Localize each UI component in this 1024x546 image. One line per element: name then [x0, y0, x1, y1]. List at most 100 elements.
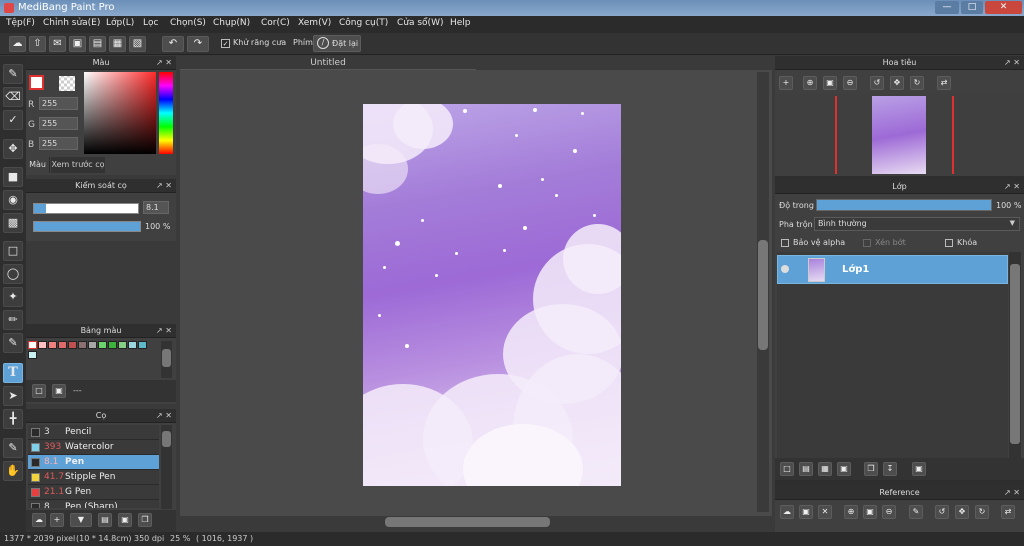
brush-name: Pen (Sharp) — [65, 502, 118, 508]
star — [533, 108, 537, 112]
cloud-brush-icon[interactable]: ☁ — [32, 513, 46, 527]
brush-menu-icon[interactable]: ▼ — [70, 513, 92, 527]
flip-icon[interactable]: ⇄ — [937, 76, 951, 90]
layer-header: Lớp ↗ ✕ — [775, 180, 1024, 194]
brush-panel-footer: ☁ + ▼ ▤ ▣ ❐ — [26, 510, 176, 532]
brush-size: 393 — [44, 442, 62, 452]
star — [523, 226, 527, 230]
clipping-label: Xén bớt — [875, 238, 906, 247]
lock-checkbox[interactable] — [945, 239, 953, 247]
reference-header: Reference ↗ ✕ — [775, 486, 1024, 500]
status-size: 1377 * 2039 pixel — [4, 534, 76, 543]
reference-title: Reference — [879, 488, 920, 497]
brush-item[interactable]: 3 Pencil — [28, 425, 159, 440]
zoom-out-icon[interactable]: ⊖ — [843, 76, 857, 90]
layer-opacity-slider[interactable] — [816, 199, 992, 211]
fit-icon[interactable]: ▣ — [823, 76, 837, 90]
merge-layer-icon[interactable]: ↧ — [883, 462, 897, 476]
vertical-scroll-thumb[interactable] — [758, 240, 768, 350]
star — [555, 194, 558, 197]
star — [395, 241, 400, 246]
brush-name: Pencil — [65, 427, 92, 437]
layer-scroll-thumb[interactable] — [1010, 264, 1020, 444]
delete-layer-icon[interactable]: ▣ — [912, 462, 926, 476]
brush-color-icon — [31, 458, 40, 467]
rotate-right-icon[interactable]: ↻ — [975, 505, 989, 519]
protect-alpha-label: Bảo vệ alpha — [793, 238, 846, 247]
brush-name: Stipple Pen — [65, 472, 116, 482]
rotate-left-icon[interactable]: ↺ — [935, 505, 949, 519]
zoom-in-icon[interactable]: ⊕ — [803, 76, 817, 90]
add-brush-icon[interactable]: + — [50, 513, 64, 527]
new-layer-3-icon[interactable]: ▦ — [818, 462, 832, 476]
layer-folder-icon[interactable]: ▣ — [837, 462, 851, 476]
canvas-vertical-scrollbar[interactable] — [757, 72, 769, 512]
panel-close-icon[interactable]: ↗ ✕ — [1004, 180, 1020, 194]
close-icon[interactable]: ✕ — [818, 505, 832, 519]
navigator-panel: Hoa tiêu ↗ ✕ + ⊕ ▣ ⊖ ↺ ✥ ↻ ⇄ — [775, 56, 1024, 176]
canvas-horizontal-scrollbar[interactable] — [182, 516, 756, 528]
rotate-left-icon[interactable]: ↺ — [870, 76, 884, 90]
brush-item[interactable]: 393 Watercolor — [28, 440, 159, 455]
artwork-canvas[interactable] — [363, 104, 621, 486]
brush-item[interactable]: 8.1 Pen — [28, 455, 159, 470]
blend-mode-select[interactable]: Bình thường ▼ — [814, 217, 1020, 231]
brush-size: 21.1 — [44, 487, 65, 497]
star — [573, 149, 577, 153]
navigator-header: Hoa tiêu ↗ ✕ — [775, 56, 1024, 70]
duplicate-layer-icon[interactable]: ❐ — [864, 462, 878, 476]
brush-doc-icon[interactable]: ▤ — [98, 513, 112, 527]
brush-size: 8.1 — [44, 457, 59, 467]
brush-item[interactable]: 8 Pen (Sharp) — [28, 500, 159, 508]
horizontal-scroll-thumb[interactable] — [385, 517, 550, 527]
layer-opacity-value: 100 % — [996, 201, 1022, 210]
eyedropper-icon[interactable]: ✎ — [909, 505, 923, 519]
reference-panel: Reference ↗ ✕ ☁ ▣ ✕ ⊕ ▣ ⊖ ✎ ↺ ✥ ↻ ⇄ — [775, 486, 1024, 532]
new-layer-icon[interactable]: □ — [780, 462, 794, 476]
zoom-out-icon[interactable]: ⊖ — [882, 505, 896, 519]
navigator-preview[interactable] — [775, 94, 1024, 176]
star — [405, 344, 409, 348]
brush-name: Pen — [65, 457, 85, 467]
fit-icon[interactable]: ▣ — [863, 505, 877, 519]
flip-icon[interactable]: ⇄ — [1001, 505, 1015, 519]
right-panels: Hoa tiêu ↗ ✕ + ⊕ ▣ ⊖ ↺ ✥ ↻ ⇄ Lớp ↗ ✕ Độ tr… — [775, 56, 1024, 546]
brush-size: 8 — [44, 502, 50, 508]
star — [581, 112, 584, 115]
layer-name[interactable]: Lớp1 — [842, 264, 869, 275]
zoom-in-icon[interactable]: + — [779, 76, 793, 90]
brush-name: G Pen — [65, 487, 92, 497]
star — [383, 266, 386, 269]
document-tab[interactable]: Untitled — [180, 56, 476, 70]
nav-frame-right — [952, 96, 954, 174]
star — [503, 249, 506, 252]
open-folder-icon[interactable]: ▣ — [799, 505, 813, 519]
star — [498, 184, 502, 188]
blend-label: Pha trộn — [779, 220, 813, 229]
brush-color-icon — [31, 488, 40, 497]
brush-item[interactable]: 21.1 G Pen — [28, 485, 159, 500]
duplicate-icon[interactable]: ❐ — [138, 513, 152, 527]
panel-close-icon[interactable]: ↗ ✕ — [1004, 56, 1020, 70]
layer-scrollbar[interactable] — [1009, 252, 1021, 476]
star — [463, 109, 467, 113]
rotate-right-icon[interactable]: ↻ — [910, 76, 924, 90]
layer-footer: □ ▤ ▦ ▣ ❐ ↧ ▣ — [775, 458, 1024, 480]
brush-color-icon — [31, 443, 40, 452]
eye-icon[interactable] — [781, 265, 789, 273]
fit-screen-icon[interactable]: ✥ — [890, 76, 904, 90]
panel-close-icon[interactable]: ↗ ✕ — [1004, 486, 1020, 500]
star — [455, 252, 458, 255]
zoom-in-icon[interactable]: ⊕ — [844, 505, 858, 519]
protect-alpha-checkbox[interactable] — [781, 239, 789, 247]
cloud-shape — [393, 104, 453, 149]
clipping-checkbox[interactable] — [863, 239, 871, 247]
brush-item[interactable]: 41.7 Stipple Pen — [28, 470, 159, 485]
new-layer-2-icon[interactable]: ▤ — [799, 462, 813, 476]
cloud-icon[interactable]: ☁ — [780, 505, 794, 519]
star — [435, 274, 438, 277]
star — [378, 314, 381, 317]
folder-icon[interactable]: ▣ — [118, 513, 132, 527]
layer-row[interactable]: Lớp1 — [777, 255, 1008, 284]
fit-screen-icon[interactable]: ✥ — [955, 505, 969, 519]
